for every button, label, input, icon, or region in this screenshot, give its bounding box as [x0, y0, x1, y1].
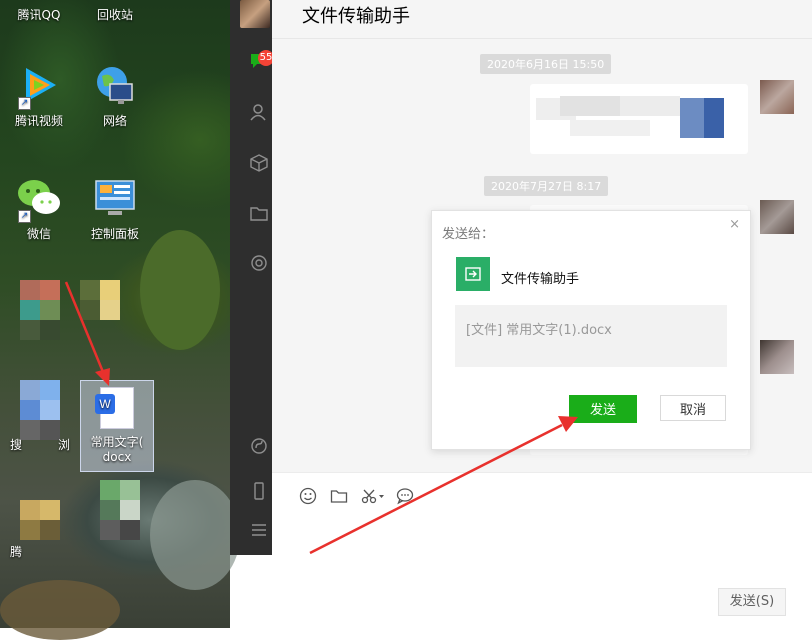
desktop-icon-wechat[interactable]: ↗ 微信 — [4, 175, 74, 242]
file-label-line2: docx — [102, 450, 132, 464]
tencent-video-icon: ↗ — [16, 62, 62, 110]
sender-avatar[interactable] — [760, 200, 794, 234]
desktop-icon-tencent-video[interactable]: ↗ 腾讯视频 — [4, 62, 74, 129]
close-icon[interactable]: × — [729, 217, 740, 232]
shortcut-arrow-icon: ↗ — [18, 210, 31, 223]
desktop-partial-label: 搜 — [10, 438, 23, 452]
send-to-dialog: 发送给： × 文件传输助手 [文件] 常用文字(1).docx 发送 取消 — [431, 210, 751, 450]
desktop-icon-label: 网络 — [102, 114, 127, 128]
desktop-icon-control-panel[interactable]: 控制面板 — [80, 175, 150, 242]
mini-program-icon[interactable] — [248, 436, 270, 458]
dialog-cancel-button[interactable]: 取消 — [660, 395, 726, 421]
screenshot-scissors-icon[interactable] — [360, 487, 386, 507]
message-composer[interactable]: 发送(S) — [272, 472, 812, 629]
desktop-icon-label: 控制面板 — [90, 227, 139, 241]
contacts-icon[interactable] — [248, 102, 270, 124]
desktop-icon-label: 微信 — [26, 227, 51, 241]
recipient-name: 文件传输助手 — [501, 272, 580, 287]
message-timestamp: 2020年6月16日 15:50 — [480, 54, 612, 74]
desktop-partial-label: 腾 — [10, 545, 23, 559]
folder-icon[interactable] — [248, 203, 270, 225]
desktop-icon-recycle-bin[interactable]: 回收站 — [80, 0, 150, 23]
user-avatar[interactable] — [240, 0, 270, 28]
favorites-icon[interactable] — [248, 153, 270, 175]
desktop-icon-qq[interactable]: 腾讯QQ — [4, 0, 74, 23]
phone-icon[interactable] — [248, 481, 270, 503]
wechat-sidebar: 55 — [230, 0, 274, 555]
send-message-button[interactable]: 发送(S) — [718, 588, 786, 616]
file-preview-box: [文件] 常用文字(1).docx — [455, 305, 727, 367]
mossy-rock — [140, 230, 220, 350]
desktop-wallpaper: 腾讯QQ 回收站 ↗ 腾讯视频 网络 ↗ 微信 控制面板 搜 浏 腾 W 常用文… — [0, 0, 240, 640]
chat-history-icon[interactable] — [395, 487, 415, 507]
desktop-icon-label: 腾讯QQ — [17, 8, 61, 22]
shortcut-arrow-icon: ↗ — [18, 97, 31, 110]
desktop-icon-label: 腾讯视频 — [14, 114, 63, 128]
waterfall-rock — [150, 480, 240, 590]
desktop-file-docx[interactable]: W 常用文字( docx — [80, 380, 154, 472]
folder-icon[interactable] — [329, 487, 349, 507]
file-label-line1: 常用文字( — [90, 435, 144, 449]
menu-icon[interactable] — [248, 520, 270, 542]
sender-avatar[interactable] — [760, 80, 794, 114]
wechat-icon: ↗ — [16, 175, 62, 223]
emoji-icon[interactable] — [298, 487, 318, 507]
file-transfer-icon — [456, 257, 490, 291]
control-panel-icon — [92, 175, 138, 221]
desktop-icon-network[interactable]: 网络 — [80, 62, 150, 129]
chat-header: 文件传输助手 — [272, 0, 812, 39]
dialog-send-button[interactable]: 发送 — [569, 395, 637, 423]
file-preview-text: [文件] 常用文字(1).docx — [466, 323, 612, 338]
desktop-icon-label: 回收站 — [96, 8, 133, 22]
word-w-icon: W — [95, 394, 115, 414]
network-globe-icon — [92, 62, 138, 108]
message-bubble[interactable] — [530, 84, 748, 154]
ground-rock — [0, 580, 120, 640]
word-document-icon: W — [95, 387, 134, 429]
desktop-partial-label: 浏 — [58, 438, 71, 452]
dialog-title: 发送给： — [442, 227, 495, 242]
moments-icon[interactable] — [248, 253, 270, 275]
chat-title: 文件传输助手 — [302, 6, 410, 27]
message-timestamp: 2020年7月27日 8:17 — [484, 176, 609, 196]
sender-avatar[interactable] — [760, 340, 794, 374]
